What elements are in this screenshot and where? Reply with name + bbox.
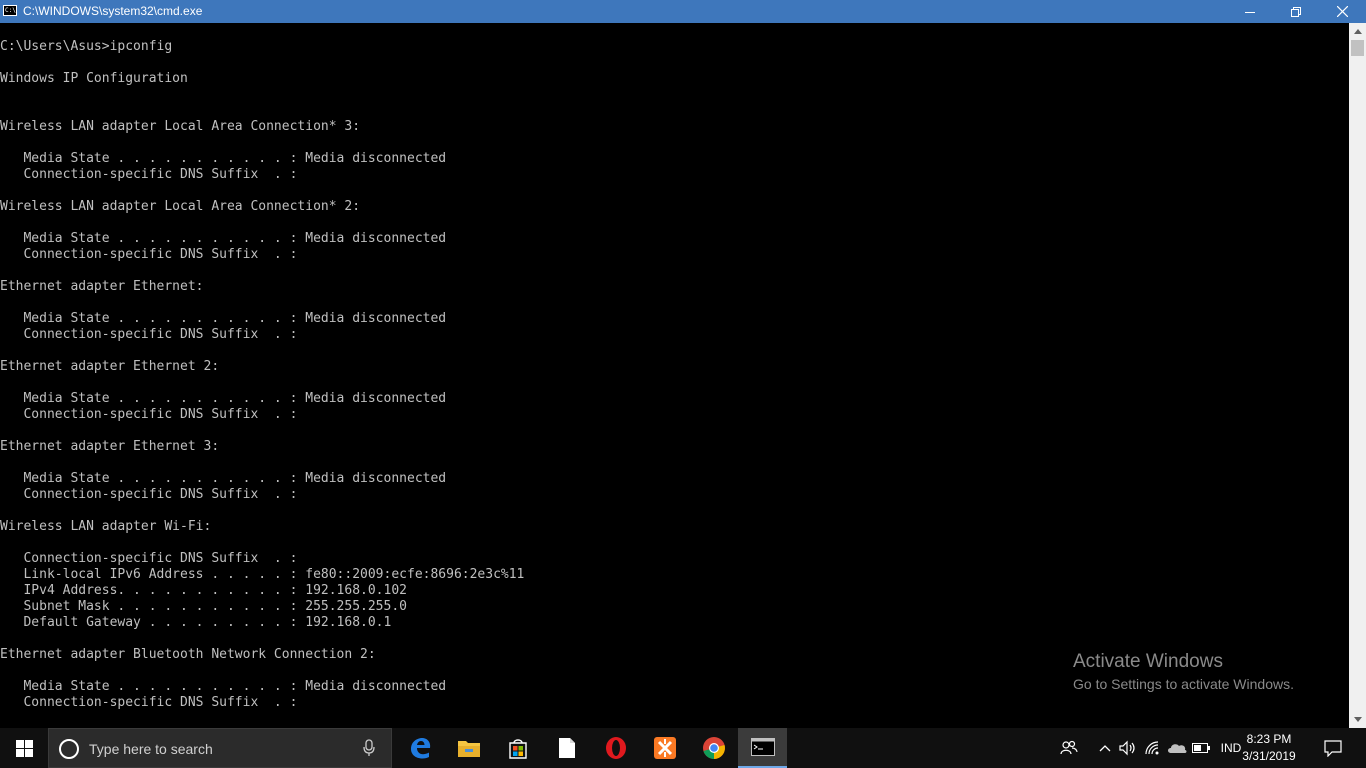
minimize-button[interactable] <box>1227 0 1273 23</box>
search-icon <box>59 739 79 759</box>
search-placeholder: Type here to search <box>89 741 213 757</box>
taskbar-app-file-explorer[interactable] <box>444 728 493 768</box>
cmd-app-icon[interactable]: C:\ <box>3 5 17 16</box>
vertical-scrollbar[interactable] <box>1349 23 1366 728</box>
clock-time: 8:23 PM <box>1246 732 1292 746</box>
network-button[interactable] <box>1142 728 1164 768</box>
document-icon <box>558 738 575 758</box>
chrome-icon <box>702 737 725 759</box>
taskbar: Type here to search IND 8:23 PM 3/31/201… <box>0 728 1366 768</box>
windows-logo-icon <box>15 739 33 757</box>
people-icon <box>1060 740 1078 755</box>
cmd-app-icon-text: C:\ <box>5 7 16 14</box>
chevron-up-icon <box>1099 745 1111 752</box>
battery-icon <box>1192 743 1210 753</box>
opera-icon <box>605 737 626 759</box>
scrollbar-thumb[interactable] <box>1351 40 1364 56</box>
close-button[interactable] <box>1319 0 1365 23</box>
notifications-icon <box>1324 739 1342 757</box>
minimize-icon <box>1245 11 1255 13</box>
taskbar-app-store[interactable] <box>493 728 542 768</box>
console-output: C:\Users\Asus>ipconfig Windows IP Config… <box>0 39 525 710</box>
taskbar-app-cmd[interactable] <box>738 728 787 768</box>
action-center-button[interactable] <box>1318 728 1348 768</box>
console-area[interactable]: C:\Users\Asus>ipconfig Windows IP Config… <box>0 23 1349 728</box>
xampp-icon <box>653 737 676 759</box>
taskbar-app-chrome[interactable] <box>689 728 738 768</box>
volume-button[interactable] <box>1117 728 1139 768</box>
volume-icon <box>1119 740 1135 756</box>
restore-button[interactable] <box>1273 0 1319 23</box>
taskbar-app-xampp[interactable] <box>640 728 689 768</box>
wifi-icon <box>1145 741 1159 755</box>
people-button[interactable] <box>1056 728 1082 768</box>
scroll-up-button[interactable] <box>1349 23 1366 40</box>
taskbar-app-edge[interactable] <box>395 728 444 768</box>
activation-watermark: Activate Windows Go to Settings to activ… <box>1073 651 1294 695</box>
taskbar-app-opera[interactable] <box>591 728 640 768</box>
taskbar-search-box[interactable]: Type here to search <box>48 728 392 768</box>
scroll-down-arrow-icon <box>1353 717 1362 722</box>
watermark-subtitle: Go to Settings to activate Windows. <box>1073 676 1294 692</box>
restore-icon <box>1291 6 1301 17</box>
onedrive-button[interactable] <box>1165 728 1189 768</box>
start-button[interactable] <box>0 728 48 768</box>
microphone-icon[interactable] <box>363 739 375 757</box>
clock-date: 3/31/2019 <box>1242 749 1296 763</box>
title-bar[interactable]: C:\ C:\WINDOWS\system32\cmd.exe <box>0 0 1366 23</box>
file-explorer-icon <box>457 741 480 757</box>
close-icon <box>1336 6 1348 17</box>
show-hidden-icons-button[interactable] <box>1094 728 1116 768</box>
window-title: C:\WINDOWS\system32\cmd.exe <box>23 4 203 18</box>
taskbar-app-document[interactable] <box>542 728 591 768</box>
cmd-icon <box>750 738 775 756</box>
cloud-icon <box>1168 744 1187 753</box>
taskbar-clock[interactable]: 8:23 PM 3/31/2019 <box>1236 731 1302 765</box>
scroll-down-button[interactable] <box>1349 711 1366 728</box>
edge-icon <box>410 738 430 759</box>
scroll-up-arrow-icon <box>1353 29 1362 34</box>
battery-button[interactable] <box>1190 728 1212 768</box>
store-icon <box>508 739 527 759</box>
watermark-title: Activate Windows <box>1073 651 1223 672</box>
